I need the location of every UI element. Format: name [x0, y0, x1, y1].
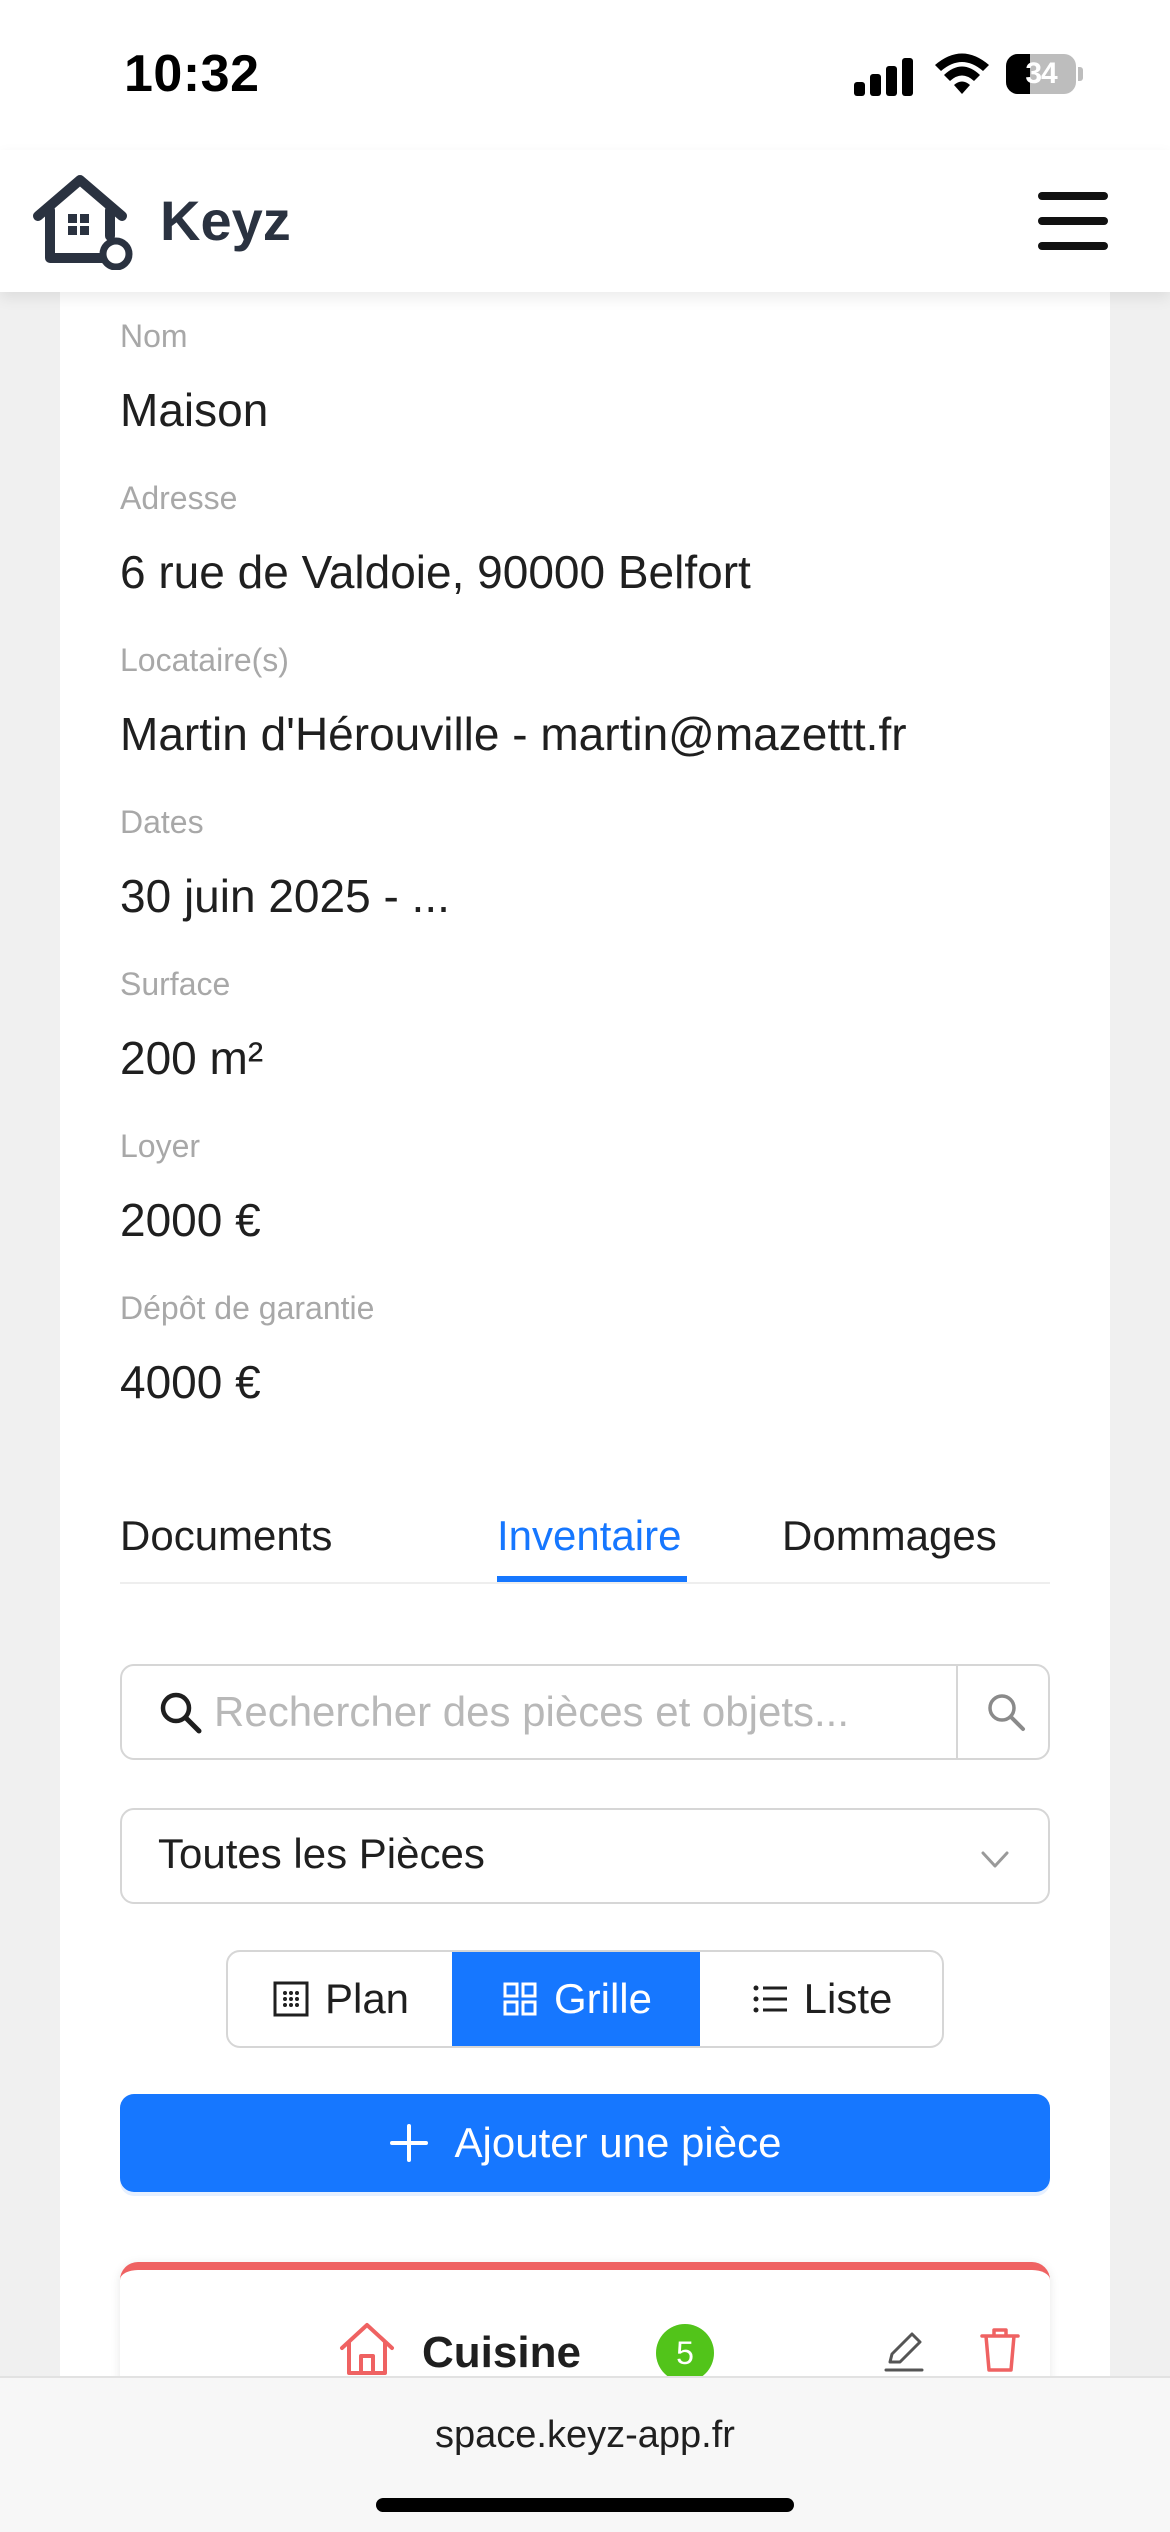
house-key-icon[interactable]	[28, 170, 136, 270]
chevron-down-icon	[981, 1851, 1009, 1868]
active-tab-indicator	[497, 1576, 687, 1582]
room-item-count-badge: 5	[656, 2324, 714, 2382]
tab-bar: Documents Inventaire Dommages	[120, 1512, 1050, 1584]
home-icon	[340, 2323, 394, 2375]
field-value: 4000 €	[120, 1356, 261, 1408]
view-liste-button[interactable]: Liste	[700, 1952, 942, 2046]
field-locataires: Locataire(s) Martin d'Hérouville - marti…	[120, 640, 907, 762]
field-label: Dépôt de garantie	[120, 1290, 375, 1326]
view-plan-button[interactable]: Plan	[228, 1952, 452, 2046]
screen: 10:32 34 Keyz Nom Maison Adresse 6 rue d…	[0, 0, 1170, 2532]
view-plan-label: Plan	[324, 1975, 410, 2022]
field-adresse: Adresse 6 rue de Valdoie, 90000 Belfort	[120, 478, 751, 600]
field-label: Adresse	[120, 480, 238, 516]
field-value: 2000 €	[120, 1194, 261, 1246]
tab-dommages[interactable]: Dommages	[782, 1512, 997, 1584]
search-icon	[160, 1692, 202, 1734]
search-bar	[120, 1664, 1050, 1760]
app-header: Keyz	[0, 150, 1170, 292]
view-liste-label: Liste	[803, 1975, 893, 2022]
field-value: 30 juin 2025 - ...	[120, 870, 450, 922]
field-surface: Surface 200 m²	[120, 964, 263, 1086]
search-input[interactable]	[214, 1680, 934, 1744]
add-room-label: Ajouter une pièce	[454, 2119, 782, 2166]
view-grille-button[interactable]: Grille	[452, 1952, 700, 2046]
field-label: Dates	[120, 804, 204, 840]
field-value: 6 rue de Valdoie, 90000 Belfort	[120, 546, 751, 598]
edit-icon[interactable]	[880, 2326, 928, 2374]
plan-icon	[273, 1981, 309, 2017]
status-time: 10:32	[124, 45, 260, 103]
view-mode-switch: Plan Grille Liste	[226, 1950, 944, 2048]
battery-icon: 34	[1006, 54, 1083, 94]
trash-icon[interactable]	[976, 2324, 1024, 2374]
home-indicator	[376, 2498, 794, 2512]
field-value: Maison	[120, 384, 269, 436]
status-bar: 10:32 34	[0, 0, 1170, 150]
room-name: Cuisine	[422, 2328, 581, 2377]
room-filter-select[interactable]: Toutes les Pièces	[120, 1808, 1050, 1904]
tab-inventaire[interactable]: Inventaire	[497, 1512, 681, 1584]
cellular-signal-icon	[854, 56, 914, 96]
view-grille-label: Grille	[553, 1975, 652, 2022]
property-card: Nom Maison Adresse 6 rue de Valdoie, 900…	[60, 270, 1110, 2522]
room-filter-value: Toutes les Pièces	[158, 1830, 485, 1877]
add-room-button[interactable]: Ajouter une pièce	[120, 2094, 1050, 2192]
wifi-icon	[935, 53, 989, 94]
field-nom: Nom Maison	[120, 316, 268, 438]
field-depot-garantie: Dépôt de garantie 4000 €	[120, 1288, 374, 1410]
search-icon	[988, 1694, 1025, 1731]
battery-level: 34	[1025, 57, 1057, 90]
url-field[interactable]: space.keyz-app.fr	[0, 2414, 1170, 2457]
browser-bar: space.keyz-app.fr	[0, 2376, 1170, 2532]
grid-icon	[503, 1982, 537, 2016]
field-value: 200 m²	[120, 1032, 264, 1084]
field-label: Surface	[120, 966, 231, 1002]
brand-name[interactable]: Keyz	[160, 188, 291, 253]
hamburger-menu-icon[interactable]	[1034, 188, 1110, 254]
search-button[interactable]	[956, 1666, 1050, 1758]
field-label: Nom	[120, 318, 188, 354]
field-value: Martin d'Hérouville - martin@mazettt.fr	[120, 708, 907, 760]
plus-icon	[389, 2124, 428, 2162]
field-loyer: Loyer 2000 €	[120, 1126, 261, 1248]
tab-documents[interactable]: Documents	[120, 1512, 332, 1584]
field-label: Locataire(s)	[120, 642, 289, 678]
list-icon	[753, 1985, 787, 2013]
field-label: Loyer	[120, 1128, 201, 1164]
field-dates: Dates 30 juin 2025 - ...	[120, 802, 450, 924]
